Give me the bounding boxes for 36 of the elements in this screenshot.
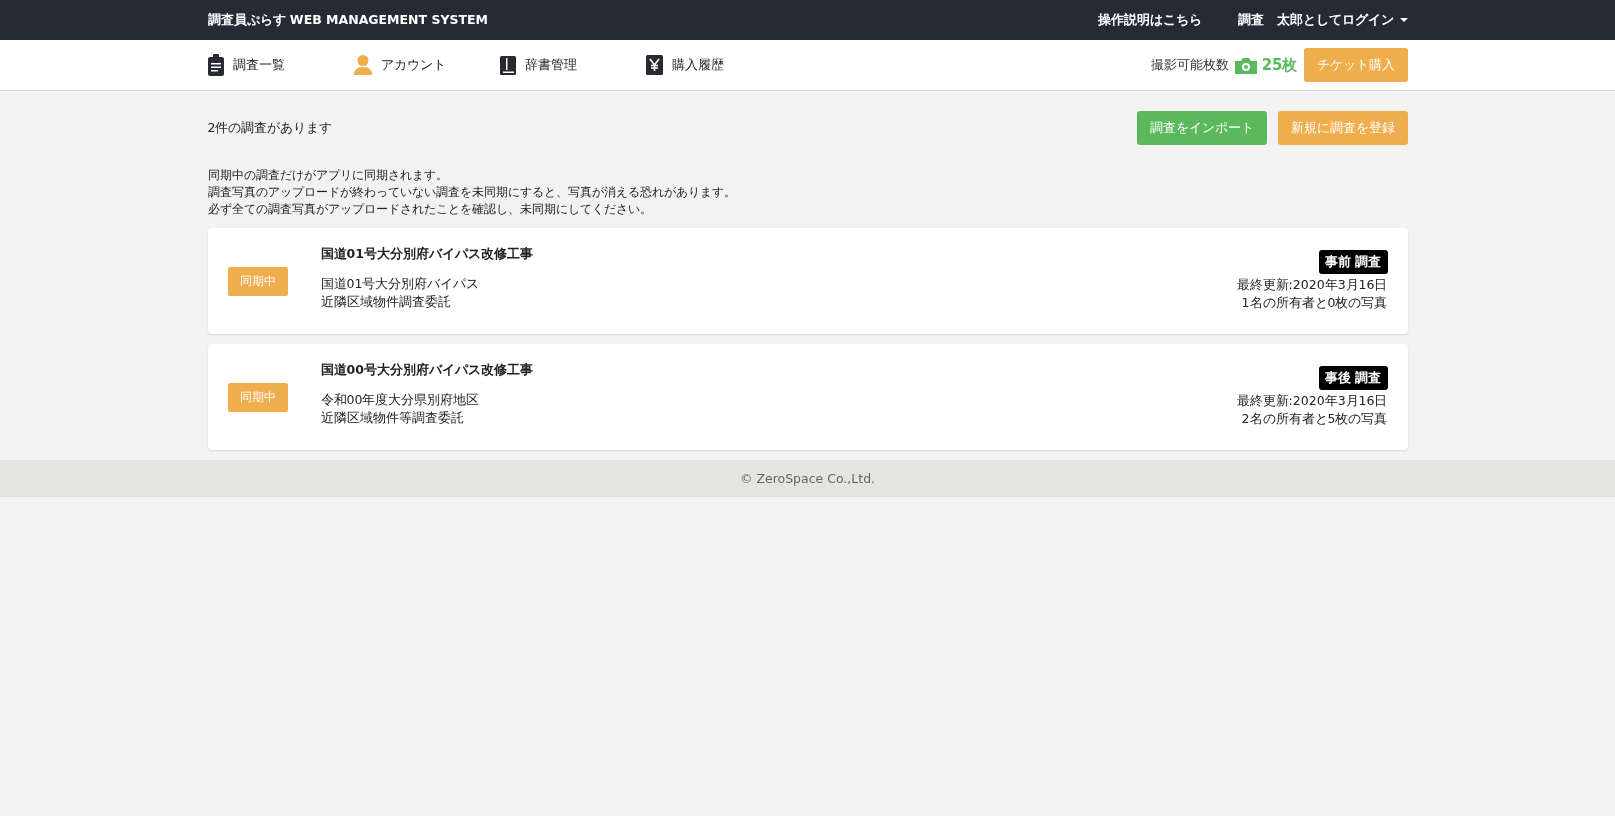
nav-item[interactable]: 辞書管理 xyxy=(499,55,646,75)
camera-icon xyxy=(1234,56,1257,74)
book-icon xyxy=(499,55,516,75)
copyright: © ZeroSpace Co.,Ltd. xyxy=(739,471,876,486)
survey-detail: 令和00年度大分県別府地区 xyxy=(320,391,481,409)
last-updated: 最終更新:2020年3月16日 xyxy=(1236,276,1388,294)
survey-title: 国道00号大分別府バイパス改修工事 xyxy=(320,362,534,379)
survey-title: 国道01号大分別府バイパス改修工事 xyxy=(320,246,534,263)
survey-detail: 近隣区域物件等調査委託 xyxy=(320,409,465,427)
notice-text: 調査写真のアップロードが終わっていない調査を未同期にすると、写真が消える恐れがあります。 xyxy=(207,184,737,201)
help-link[interactable]: 操作説明はこちら xyxy=(1097,11,1202,29)
survey-detail: 近隣区域物件調査委託 xyxy=(320,293,452,311)
shots-count: 25枚 xyxy=(1261,55,1298,75)
notice-text: 必ず全ての調査写真がアップロードされたことを確認し、未同期にしてください。 xyxy=(207,201,653,218)
survey-type-tag: 事後 調査 xyxy=(1319,366,1388,390)
survey-type-tag: 事前 調査 xyxy=(1319,250,1388,274)
user-menu[interactable]: 調査 太郎としてログイン xyxy=(1237,11,1408,29)
nav-item[interactable]: アカウント xyxy=(353,55,500,75)
last-updated: 最終更新:2020年3月16日 xyxy=(1236,392,1388,410)
yen-receipt-icon xyxy=(645,55,663,75)
sync-status-badge: 同期中 xyxy=(227,382,288,412)
nav-item[interactable]: 購入履歴 xyxy=(645,55,792,75)
survey-card[interactable]: 同期中 国道00号大分別府バイパス改修工事 令和00年度大分県別府地区 近隣区域物件等調査委託 事後 調査 最終更新:2020年3月16日 2名の所有者と5枚の写真 xyxy=(207,344,1408,450)
owner-photo-count: 2名の所有者と5枚の写真 xyxy=(1241,410,1388,428)
nav-item[interactable]: 調査一覧 xyxy=(207,54,354,76)
notice-text: 同期中の調査だけがアプリに同期されます。 xyxy=(207,167,449,184)
clipboard-icon xyxy=(207,54,224,76)
person-icon xyxy=(353,55,372,75)
shots-label: 撮影可能枚数 xyxy=(1150,56,1229,74)
owner-photo-count: 1名の所有者と0枚の写真 xyxy=(1241,294,1388,312)
brand-title: 調査員ぷらす WEB MANAGEMENT SYSTEM xyxy=(207,11,488,29)
survey-card[interactable]: 同期中 国道01号大分別府バイパス改修工事 国道01号大分別府バイパス 近隣区域物件調査委託 事前 調査 最終更新:2020年3月16日 1名の所有者と0枚の写真 xyxy=(207,228,1408,334)
survey-count: 2件の調査があります xyxy=(207,119,333,137)
sync-status-badge: 同期中 xyxy=(227,266,288,296)
survey-detail: 国道01号大分別府バイパス xyxy=(320,275,481,293)
caret-icon xyxy=(1399,18,1408,22)
